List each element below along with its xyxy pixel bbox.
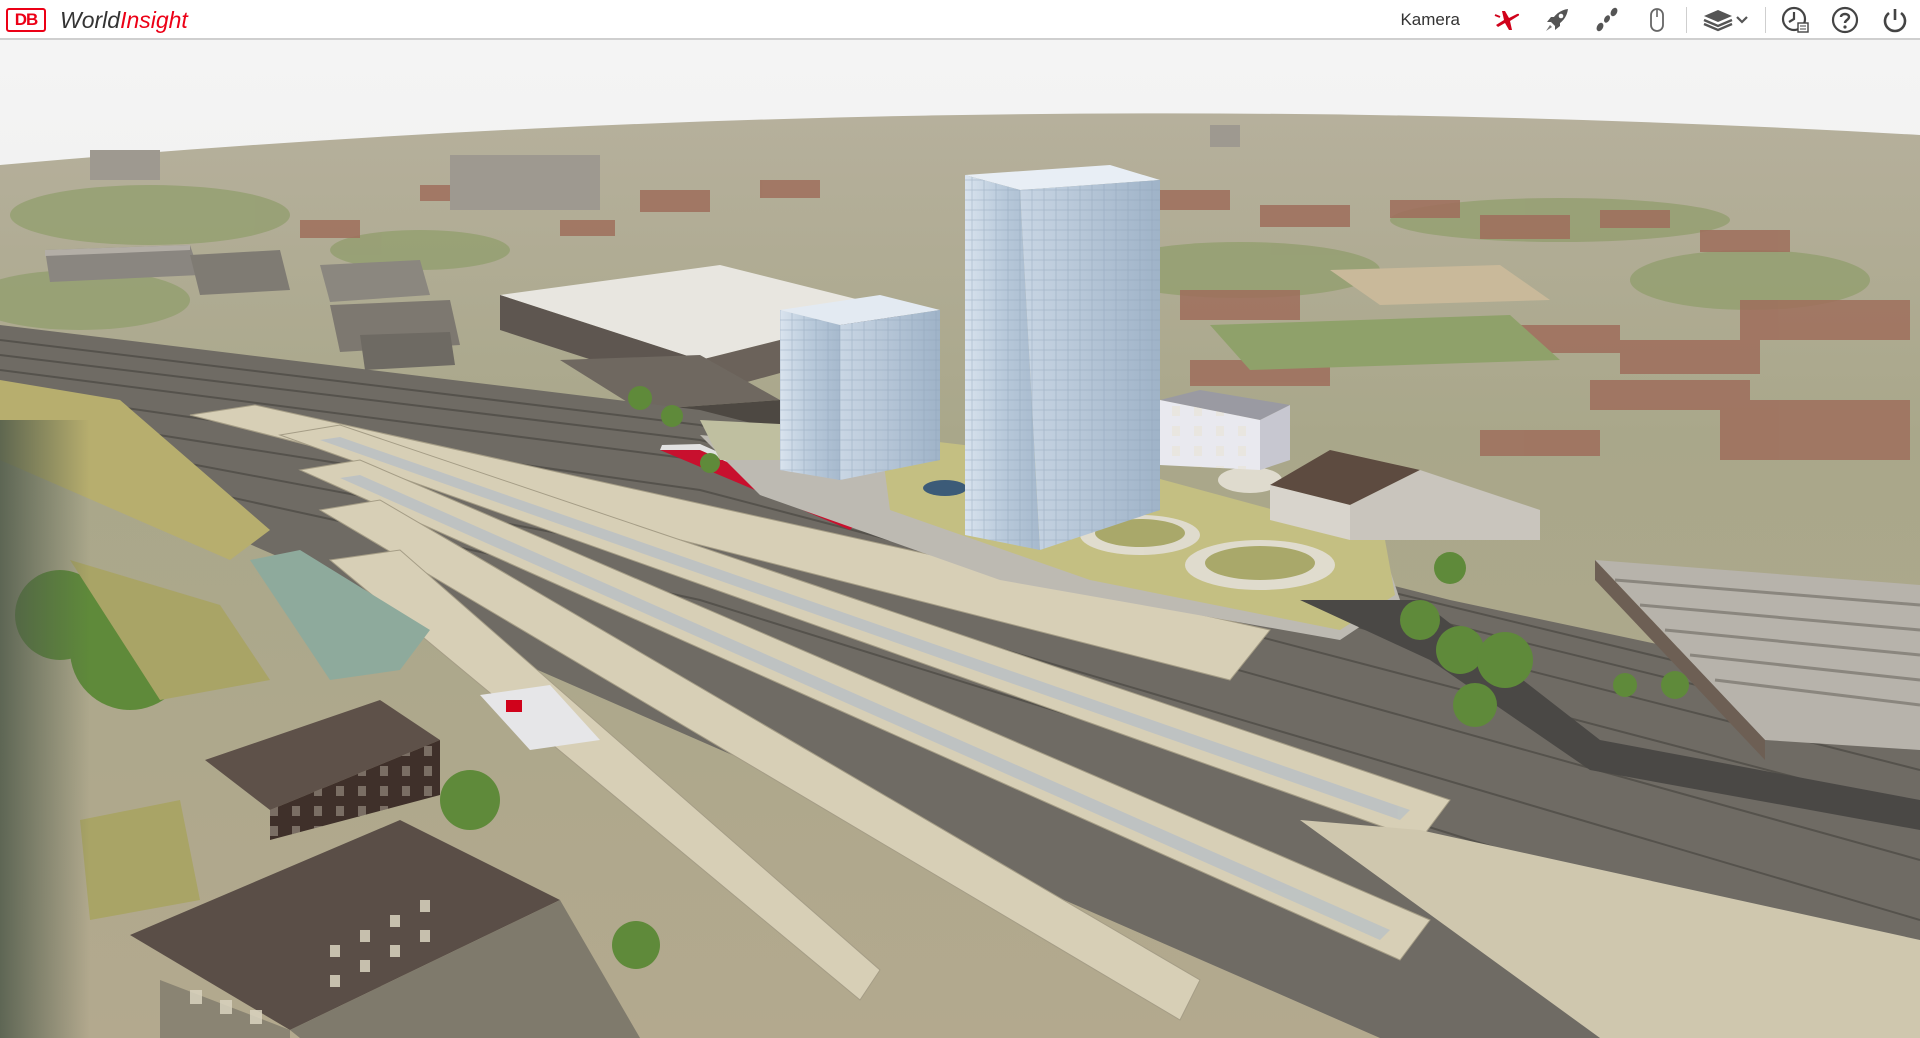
airplane-icon	[1494, 11, 1520, 30]
app-title: WorldInsight	[60, 7, 188, 34]
footsteps-icon	[1596, 7, 1618, 32]
layers-dropdown-button[interactable]	[1699, 3, 1753, 37]
brand: DB WorldInsight	[6, 6, 188, 34]
time-button[interactable]	[1778, 3, 1812, 37]
flight-mode-button[interactable]	[1490, 3, 1524, 37]
rocket-icon	[1546, 9, 1568, 31]
rocket-mode-button[interactable]	[1540, 3, 1574, 37]
mouse-icon	[1650, 8, 1664, 32]
top-toolbar: DB WorldInsight Kamera	[0, 0, 1920, 40]
camera-label: Kamera	[1400, 10, 1460, 29]
toolbar-separator	[1686, 7, 1687, 33]
app-title-part1: World	[60, 6, 121, 33]
mouse-mode-button[interactable]	[1640, 3, 1674, 37]
toolbar-right: Kamera	[1400, 0, 1920, 40]
3d-viewport[interactable]	[0, 40, 1920, 1038]
power-icon	[1883, 9, 1907, 33]
app-title-part2: Insight	[120, 6, 188, 33]
toolbar-separator	[1765, 7, 1766, 33]
help-button[interactable]	[1828, 3, 1862, 37]
help-icon	[1831, 6, 1859, 34]
scene-render[interactable]	[0, 40, 1920, 1038]
power-button[interactable]	[1878, 3, 1912, 37]
layers-dropdown-icon	[1703, 10, 1748, 32]
db-logo: DB	[6, 8, 46, 32]
clock-icon	[1781, 6, 1809, 33]
walk-mode-button[interactable]	[1590, 3, 1624, 37]
